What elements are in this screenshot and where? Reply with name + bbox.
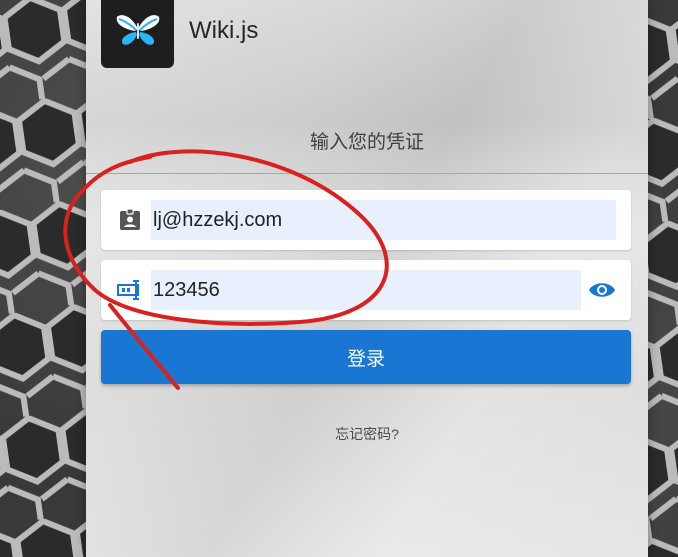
login-subtitle: 输入您的凭证 — [309, 132, 424, 153]
login-panel: Wiki.js 输入您的凭证 lj@hzzekj.com 123456 登录 忘… — [86, 0, 648, 557]
divider — [86, 173, 648, 174]
password-field — [101, 260, 631, 320]
butterfly-logo-icon — [116, 15, 159, 45]
email-input[interactable] — [151, 200, 616, 240]
login-button[interactable]: 登录 — [101, 330, 631, 384]
password-icon — [117, 277, 143, 303]
brand-name: Wiki.js — [189, 17, 259, 44]
password-input[interactable] — [151, 270, 581, 310]
account-box-icon — [117, 207, 143, 233]
logo — [101, 0, 174, 68]
email-field — [101, 190, 631, 250]
eye-icon[interactable] — [587, 277, 617, 303]
forgot-password-link[interactable]: 忘记密码? — [86, 424, 648, 444]
